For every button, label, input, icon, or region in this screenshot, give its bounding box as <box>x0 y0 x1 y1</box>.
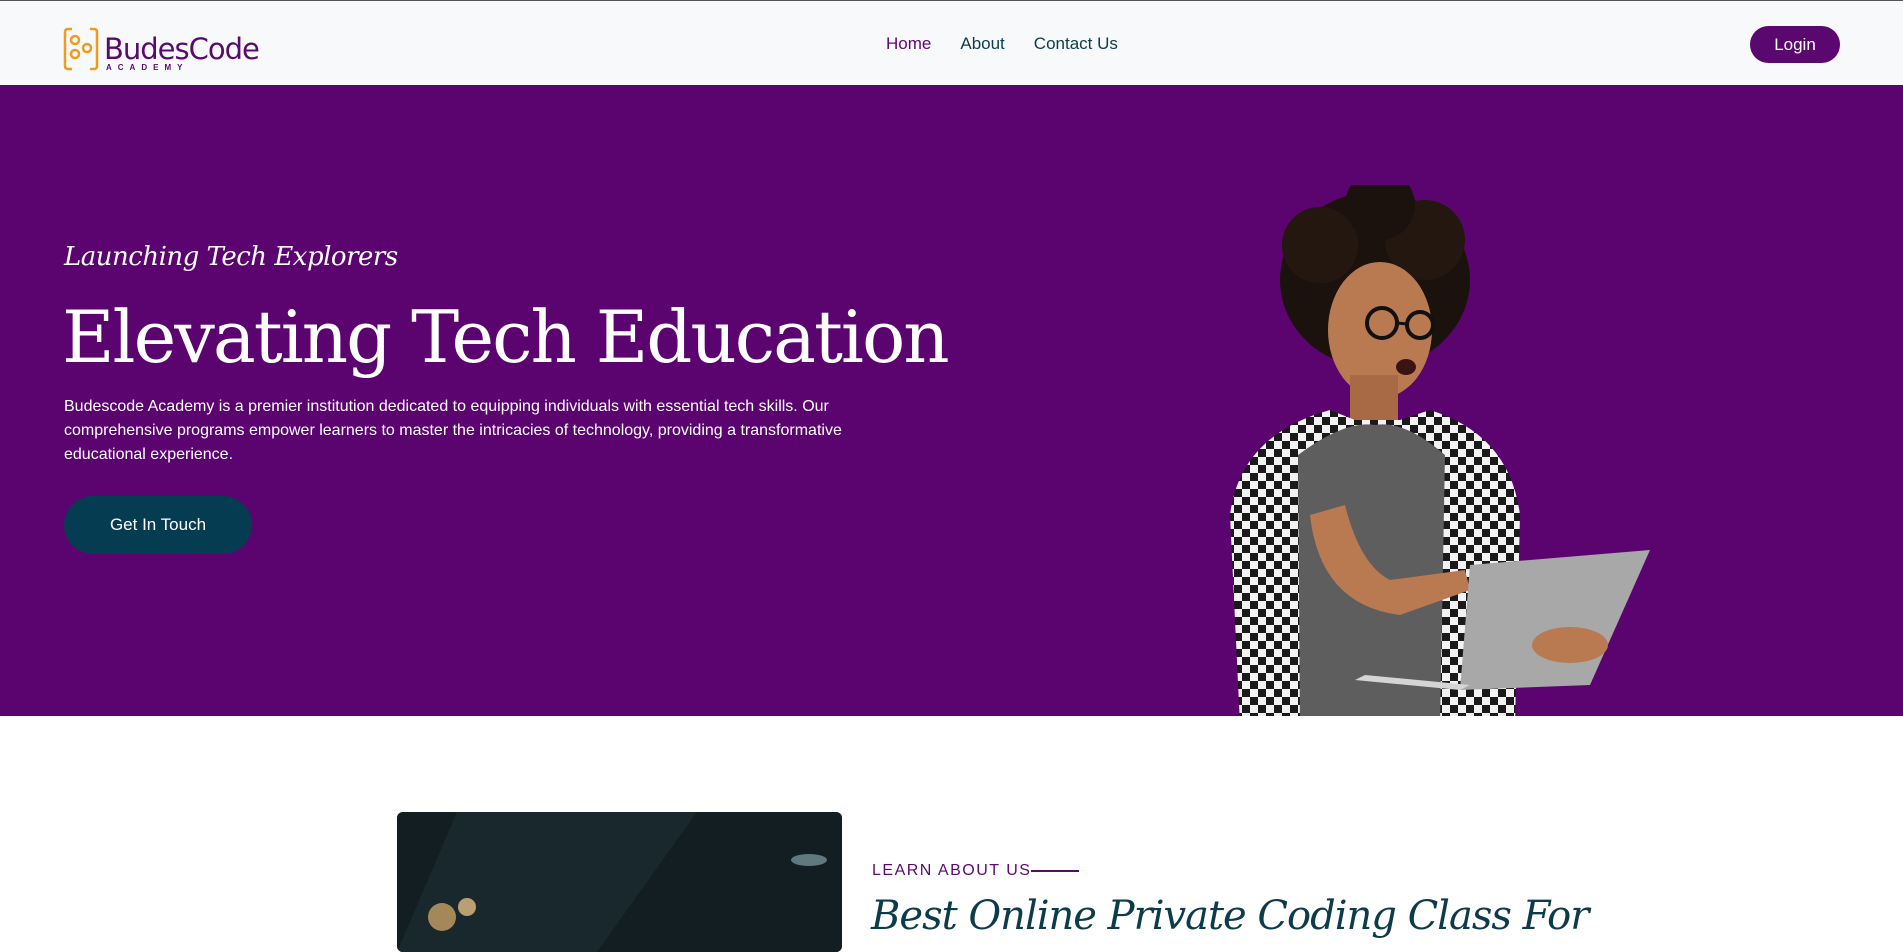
logo-mark-icon <box>63 27 99 71</box>
nav-about-link[interactable]: About <box>960 34 1004 54</box>
nav-home-link[interactable]: Home <box>886 34 931 54</box>
about-title: Best Online Private Coding Class For <box>871 893 1589 939</box>
brand-tagline: ACADEMY <box>106 63 189 72</box>
site-header: BudesCode ACADEMY Home About Contact Us … <box>0 0 1903 85</box>
brand-logo[interactable]: BudesCode ACADEMY <box>63 26 260 72</box>
hero-section: Launching Tech Explorers Elevating Tech … <box>0 85 1903 716</box>
hero-eyebrow: Launching Tech Explorers <box>64 242 398 272</box>
hero-title: Elevating Tech Education <box>62 295 950 379</box>
login-button[interactable]: Login <box>1750 26 1840 63</box>
brand-name: BudesCode <box>104 32 260 66</box>
get-in-touch-button[interactable]: Get In Touch <box>64 496 252 554</box>
about-image <box>397 812 842 952</box>
nav-contact-link[interactable]: Contact Us <box>1034 34 1118 54</box>
hero-description: Budescode Academy is a premier instituti… <box>64 398 842 463</box>
about-divider <box>1031 870 1079 872</box>
about-eyebrow: LEARN ABOUT US <box>872 862 1032 879</box>
about-photo-graphic <box>397 812 842 952</box>
main-nav: Home About Contact Us <box>886 34 1147 54</box>
hero-person-illustration <box>1230 185 1650 716</box>
